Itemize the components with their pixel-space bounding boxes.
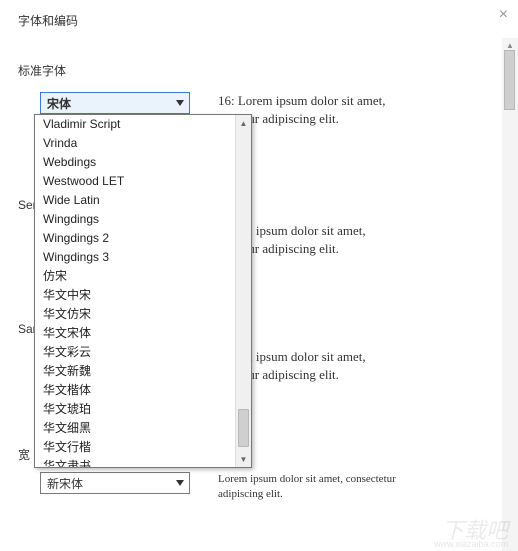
serif-preview-text: Lorem ipsum dolor sit amet, cectetur adi… [218,222,498,258]
dropdown-option[interactable]: Vrinda [35,134,235,153]
dropdown-option[interactable]: 华文楷体 [35,381,235,400]
mono-font-select[interactable]: 新宋体 [40,472,190,494]
dropdown-option[interactable]: Wide Latin [35,191,235,210]
font-dropdown-list[interactable]: Vladimir ScriptVrindaWebdingsWestwood LE… [34,114,252,468]
chevron-down-icon [171,93,189,113]
dropdown-option[interactable]: 仿宋 [35,267,235,286]
page-scrollbar[interactable]: ▲ [502,38,518,551]
sans-preview-text: Lorem ipsum dolor sit amet, cectetur adi… [218,348,498,384]
dropdown-option[interactable]: 华文宋体 [35,324,235,343]
mono-font-value: 新宋体 [47,475,83,492]
scroll-down-icon[interactable]: ▼ [236,451,251,467]
standard-font-select[interactable]: 宋体 [40,92,190,114]
scroll-up-icon[interactable]: ▲ [236,115,251,131]
dropdown-option[interactable]: Vladimir Script [35,115,235,134]
dropdown-option[interactable]: Wingdings [35,210,235,229]
dropdown-option[interactable]: 华文琥珀 [35,400,235,419]
dropdown-option[interactable]: 华文隶书 [35,457,235,467]
scroll-thumb[interactable] [238,409,249,447]
chevron-down-icon [171,473,189,493]
page-title: 字体和编码 [18,14,78,28]
dropdown-option[interactable]: 华文新魏 [35,362,235,381]
standard-font-label: 标准字体 [18,62,66,79]
dropdown-option[interactable]: 华文彩云 [35,343,235,362]
dropdown-option[interactable]: Wingdings 3 [35,248,235,267]
dropdown-option[interactable]: 华文行楷 [35,438,235,457]
standard-preview-text: 16: Lorem ipsum dolor sit amet, cectetur… [218,92,498,128]
dropdown-option[interactable]: 华文中宋 [35,286,235,305]
watermark-text: 下载吧 [442,513,508,545]
close-icon[interactable]: × [499,6,508,24]
dropdown-scrollbar[interactable]: ▲ ▼ [235,115,251,467]
dropdown-option[interactable]: 华文仿宋 [35,305,235,324]
dropdown-option[interactable]: Wingdings 2 [35,229,235,248]
mono-font-label: 宽 [18,446,30,463]
watermark-url: www.xiazaiba.com [434,539,508,549]
standard-font-value: 宋体 [47,95,71,112]
dropdown-option[interactable]: Westwood LET [35,172,235,191]
page-scroll-thumb[interactable] [504,50,515,110]
mono-preview-text: Lorem ipsum dolor sit amet, consectetur … [218,472,498,503]
dropdown-option[interactable]: 华文细黑 [35,419,235,438]
dropdown-option[interactable]: Webdings [35,153,235,172]
